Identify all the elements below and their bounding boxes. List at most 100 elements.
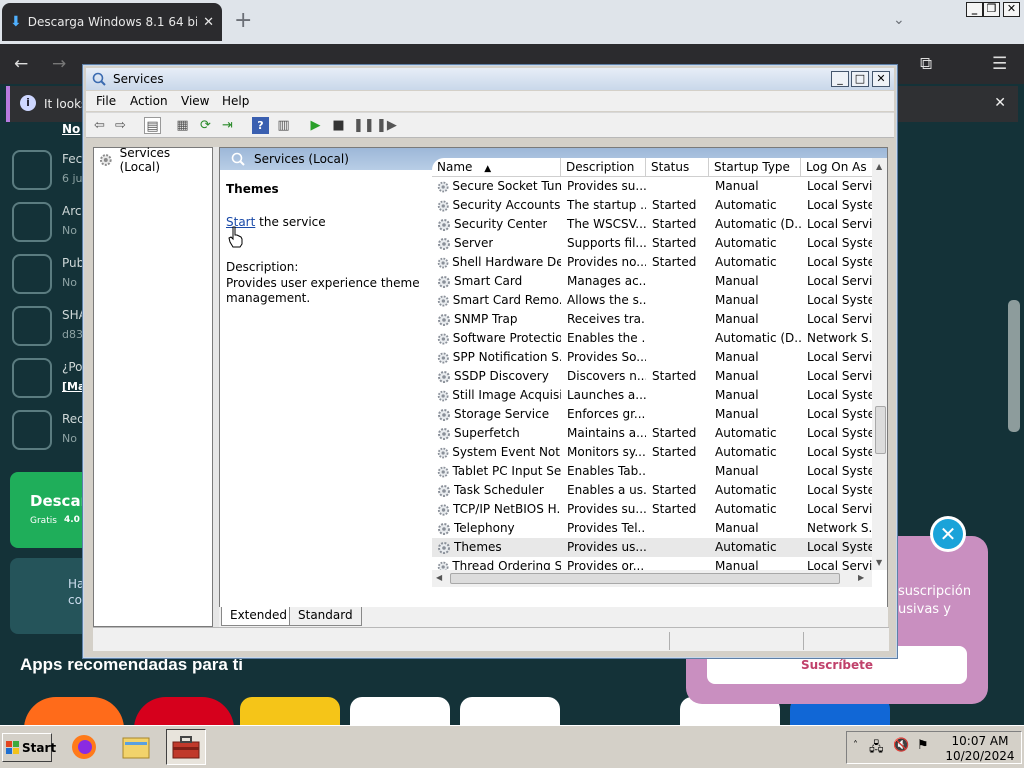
toolbar: ⇦ ⇨ ▤ ▦ ⟳ ⇥ ? ▥ ▶ ■ ❚❚ ❚▶	[86, 112, 894, 138]
browser-restore-button[interactable]: ❐	[983, 2, 1000, 17]
table-row[interactable]: Secure Socket Tun... Provides su... Manual…	[432, 177, 872, 196]
clock-date[interactable]: 10/20/2024	[943, 749, 1017, 763]
stop-service-icon[interactable]: ■	[330, 117, 347, 134]
horizontal-scrollbar[interactable]: ◀ ▶	[432, 570, 872, 587]
search-icon	[231, 152, 245, 166]
network-icon[interactable]: 🖧	[869, 738, 884, 760]
table-row[interactable]: Task Scheduler Enables a us... Started Auto…	[432, 481, 872, 500]
table-row[interactable]: Superfetch Maintains a... Started Automatic…	[432, 424, 872, 443]
start-button[interactable]: Start	[2, 733, 56, 762]
menu-action[interactable]: Action	[130, 94, 168, 108]
close-icon: ✕	[933, 519, 963, 549]
tab-list-chevron-icon[interactable]: ⌄	[893, 12, 905, 28]
clock-time[interactable]: 10:07 AM	[945, 734, 1015, 748]
table-row[interactable]: Software Protection Enables the ... Automa…	[432, 329, 872, 348]
tab-extended[interactable]: Extended	[221, 607, 296, 626]
minimize-button[interactable]: _	[831, 71, 849, 87]
cell-name: Secure Socket Tun...	[432, 177, 561, 196]
download-button[interactable]: Descar Gratis 4.0	[10, 472, 90, 548]
table-row[interactable]: Telephony Provides Tel... Manual Network S.…	[432, 519, 872, 538]
menu-view[interactable]: View	[181, 94, 209, 108]
show-hidden-icons-icon[interactable]: ˄	[853, 740, 858, 751]
cell-status	[646, 462, 709, 481]
scroll-right-icon[interactable]: ▶	[858, 573, 864, 582]
services-taskbar-button[interactable]	[166, 729, 206, 765]
cell-name: Telephony	[432, 519, 561, 538]
table-row[interactable]: Security Accounts... The startup ... Start…	[432, 196, 872, 215]
side-item-title[interactable]: No	[62, 122, 80, 136]
table-row[interactable]: Tablet PC Input Se... Enables Tab... Manua…	[432, 462, 872, 481]
cell-description: Discovers n...	[567, 369, 646, 383]
cell-name: Smart Card Remo...	[432, 291, 561, 310]
promo-close-button[interactable]: ✕	[930, 516, 966, 552]
services-gear-icon	[99, 154, 112, 166]
services-title-bar[interactable]: Services _ □ ✕	[86, 68, 894, 90]
page-scrollbar[interactable]	[1008, 300, 1020, 432]
properties-icon[interactable]: ▦	[174, 117, 191, 134]
table-row[interactable]: Server Supports fil... Started Automatic Loc…	[432, 234, 872, 253]
browser-minimize-button[interactable]: _	[966, 2, 983, 17]
table-row[interactable]: Smart Card Remo... Allows the s... Manual L…	[432, 291, 872, 310]
tree-node-services-local[interactable]: Services (Local)	[98, 146, 212, 174]
volume-muted-icon[interactable]: 🔇	[893, 738, 909, 753]
table-row[interactable]: Still Image Acquisi... Launches a... Manua…	[432, 386, 872, 405]
extensions-icon[interactable]: ⧉	[920, 54, 932, 74]
forward-arrow-icon[interactable]: →	[52, 54, 66, 74]
scroll-down-icon[interactable]: ▼	[876, 558, 882, 567]
column-header-description[interactable]: Description	[561, 158, 646, 177]
close-icon[interactable]: ✕	[994, 95, 1006, 111]
menu-help[interactable]: Help	[222, 94, 249, 108]
refresh-icon[interactable]: ⟳	[197, 117, 214, 134]
table-row[interactable]: Storage Service Enforces gr... Manual Local…	[432, 405, 872, 424]
phone-icon	[12, 410, 52, 450]
help-icon[interactable]: ?	[252, 117, 269, 134]
back-arrow-icon[interactable]: ←	[14, 54, 28, 74]
maximize-button[interactable]: □	[851, 71, 869, 87]
service-name: Software Protection	[452, 331, 561, 345]
new-tab-button[interactable]: +	[234, 8, 252, 33]
cell-description: Provides Tel...	[567, 521, 646, 535]
back-icon[interactable]: ⇦	[91, 117, 108, 134]
scroll-thumb[interactable]	[450, 573, 840, 584]
action-center-flag-icon[interactable]: ⚑	[917, 738, 929, 753]
table-row[interactable]: Security Center The WSCSV... Started Automa…	[432, 215, 872, 234]
cell-name: Shell Hardware De...	[432, 253, 561, 272]
forward-icon[interactable]: ⇨	[112, 117, 129, 134]
download-button-label: Descar	[30, 492, 88, 510]
firefox-taskbar-button[interactable]	[64, 729, 104, 765]
menu-icon[interactable]: ☰	[992, 54, 1007, 74]
column-header-startup-type[interactable]: Startup Type	[709, 158, 801, 177]
menu-file[interactable]: File	[96, 94, 116, 108]
start-service-icon[interactable]: ▶	[307, 117, 324, 134]
console-tree-icon[interactable]: ▤	[144, 117, 161, 134]
scroll-thumb[interactable]	[875, 406, 886, 454]
table-row[interactable]: SPP Notification S... Provides So... Manua…	[432, 348, 872, 367]
close-button[interactable]: ✕	[872, 71, 890, 87]
explorer-taskbar-button[interactable]	[116, 729, 156, 765]
cell-name: Security Accounts...	[432, 196, 561, 215]
show-hide-pane-icon[interactable]: ▥	[275, 117, 292, 134]
table-row[interactable]: SNMP Trap Receives tra... Manual Local Serv…	[432, 310, 872, 329]
column-header-status[interactable]: Status	[646, 158, 709, 177]
table-row[interactable]: TCP/IP NetBIOS H... Provides su... Started…	[432, 500, 872, 519]
tab-standard[interactable]: Standard	[289, 607, 362, 626]
cell-logon: Local Servic	[807, 179, 872, 193]
table-row[interactable]: Smart Card Manages ac... Manual Local Servi…	[432, 272, 872, 291]
pause-service-icon[interactable]: ❚❚	[353, 117, 375, 134]
browser-close-button[interactable]: ✕	[1003, 2, 1020, 17]
scroll-up-icon[interactable]: ▲	[876, 162, 882, 171]
export-list-icon[interactable]: ⇥	[219, 117, 236, 134]
restart-service-icon[interactable]: ❚▶	[376, 117, 397, 134]
cell-description: The startup ...	[567, 198, 646, 212]
table-row[interactable]: System Event Noti... Monitors sy... Starte…	[432, 443, 872, 462]
table-row[interactable]: Shell Hardware De... Provides no... Starte…	[432, 253, 872, 272]
close-tab-icon[interactable]: ✕	[203, 15, 214, 30]
table-row[interactable]: SSDP Discovery Discovers n... Started Manua…	[432, 367, 872, 386]
scroll-left-icon[interactable]: ◀	[436, 573, 442, 582]
vertical-scrollbar[interactable]: ▲ ▼	[872, 158, 887, 570]
browser-tab[interactable]: ⬇ Descarga Windows 8.1 64 bits p ✕	[2, 3, 222, 41]
column-header-log-on-as[interactable]: Log On As	[801, 158, 872, 177]
column-header-name[interactable]: Name ▲	[432, 158, 561, 177]
table-row[interactable]: Themes Provides us... Automatic Local Syste…	[432, 538, 872, 557]
side-item-title: Pub	[62, 256, 85, 270]
